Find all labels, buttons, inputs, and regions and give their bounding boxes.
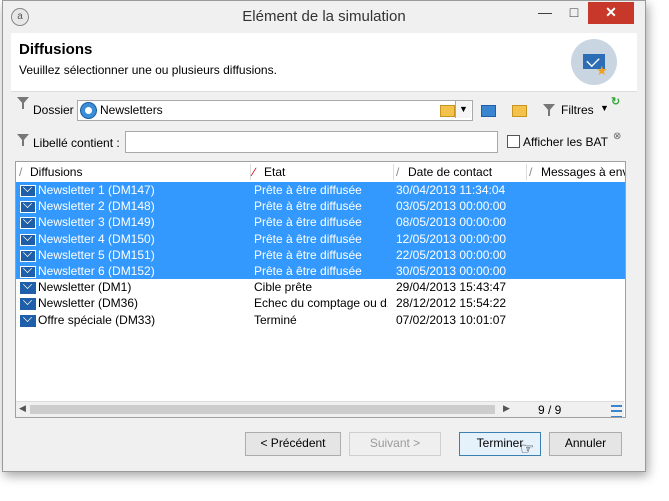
filters-icon[interactable] — [543, 104, 555, 116]
delivery-name-cell: Newsletter 6 (DM152) — [38, 263, 155, 278]
folder-field[interactable]: Newsletters — [77, 100, 473, 121]
delivery-name-cell: Offre spéciale (DM33) — [38, 312, 156, 327]
hand-cursor-icon: ☞ — [520, 441, 535, 458]
delivery-state-cell: Echec du comptage ou d. — [254, 296, 388, 311]
maximize-button[interactable]: □ — [559, 2, 589, 24]
folder-globe-icon — [80, 102, 97, 119]
contact-date-cell: 08/05/2013 00:00:00 — [396, 215, 507, 230]
delivery-name-cell: Newsletter 5 (DM151) — [38, 247, 155, 262]
row-count-text: 9 / 9 — [538, 403, 562, 417]
delivery-state-cell: Prête à être diffusée — [254, 263, 362, 278]
delivery-state-cell: Prête à être diffusée — [254, 183, 362, 197]
delivery-state-cell: Prête à être diffusée — [254, 231, 362, 246]
table-row[interactable]: Newsletter 3 (DM149) Prête à être diffusé… — [16, 214, 625, 231]
show-bat-label: Afficher les BAT — [523, 135, 608, 149]
delivery-name-cell: Newsletter (DM1) — [38, 280, 132, 295]
grid-rows: Newsletter 1 (DM147) Prête à être diffusé… — [16, 182, 625, 328]
table-row[interactable]: Offre spéciale (DM33) Terminé 07/02/2013 1… — [16, 312, 625, 328]
scroll-left-icon[interactable]: ◀ — [19, 403, 26, 414]
clear-filter-icon[interactable]: ⊗ — [613, 131, 621, 142]
contact-date-cell: 12/05/2013 00:00:00 — [396, 231, 507, 246]
close-button[interactable]: ✕ — [588, 2, 634, 24]
show-bat-checkbox[interactable] — [507, 135, 520, 148]
table-row[interactable]: Newsletter 4 (DM150) Prête à être diffusé… — [16, 230, 625, 247]
label-contains-label: Libellé contient : — [33, 136, 120, 150]
delivery-name-cell: Newsletter 2 (DM148) — [38, 199, 155, 214]
row-count: 9 / 9 — [516, 401, 624, 417]
dialog-header: Diffusions Veuillez sélectionner une ou … — [11, 33, 637, 92]
email-delivery-icon — [20, 249, 36, 262]
page-subtitle: Veuillez sélectionner une ou plusieurs d… — [19, 63, 277, 77]
email-delivery-icon — [20, 217, 36, 230]
browse-folder-icon[interactable] — [440, 105, 455, 117]
delivery-name-cell: Newsletter 3 (DM149) — [38, 215, 155, 230]
previous-button[interactable]: < Précédent — [245, 432, 341, 456]
filters-chevron-down-icon[interactable]: ▼ — [600, 103, 609, 113]
minimize-button[interactable]: — — [530, 2, 560, 24]
table-row[interactable]: Newsletter 2 (DM148) Prête à être diffusé… — [16, 198, 625, 215]
scroll-right-icon[interactable]: ▶ — [503, 403, 510, 414]
label-filter-icon — [17, 134, 29, 146]
column-header-contact-date[interactable]: Date de contact — [408, 165, 492, 179]
label-contains-input[interactable] — [125, 131, 498, 153]
folder-label: Dossier : — [33, 103, 81, 117]
horizontal-scrollbar[interactable]: ◀ ▶ — [16, 401, 516, 417]
contact-date-cell: 22/05/2013 00:00:00 — [396, 247, 507, 262]
open-folder-icon[interactable] — [511, 101, 527, 117]
column-header-state[interactable]: Etat — [264, 165, 285, 179]
delivery-state-cell: Prête à être diffusée — [254, 247, 362, 262]
contact-date-cell: 30/05/2013 00:00:00 — [396, 263, 507, 278]
grid-header: / Diffusions ∕ Etat / Date de contact / … — [16, 162, 625, 183]
contact-date-cell: 28/12/2012 15:54:22 — [396, 296, 507, 311]
parent-folder-icon[interactable] — [480, 101, 496, 117]
contact-date-cell: 07/02/2013 10:01:07 — [396, 312, 507, 327]
contact-date-cell: 29/04/2013 15:43:47 — [396, 280, 507, 295]
email-delivery-icon — [20, 185, 36, 197]
page-title: Diffusions — [19, 41, 93, 58]
refresh-icon[interactable]: ↻ — [611, 95, 620, 108]
contact-date-cell: 03/05/2013 00:00:00 — [396, 199, 507, 214]
email-delivery-icon — [20, 233, 36, 246]
filters-button[interactable]: Filtres — [561, 103, 594, 117]
delivery-state-cell: Terminé — [254, 312, 297, 327]
delivery-name-cell: Newsletter (DM36) — [38, 296, 139, 311]
email-delivery-icon — [20, 298, 36, 311]
folder-dropdown-button[interactable]: ▼ — [455, 101, 471, 118]
column-header-deliveries[interactable]: Diffusions — [30, 165, 82, 179]
table-row[interactable]: Newsletter (DM36) Echec du comptage ou d.… — [16, 295, 625, 311]
table-row[interactable]: Newsletter 5 (DM151) Prête à être diffusé… — [16, 246, 625, 263]
delivery-state-cell: Cible prête — [254, 280, 313, 295]
next-button[interactable]: Suivant > — [349, 432, 441, 456]
deliveries-grid[interactable]: / Diffusions ∕ Etat / Date de contact / … — [15, 161, 626, 418]
title-bar[interactable]: a Elément de la simulation — □ ✕ — [3, 1, 645, 33]
table-row[interactable]: Newsletter 1 (DM147) Prête à être diffusé… — [16, 182, 625, 199]
delivery-state-cell: Prête à être diffusée — [254, 215, 362, 230]
cancel-button[interactable]: Annuler — [549, 432, 622, 456]
delivery-state-cell: Prête à être diffusée — [254, 199, 362, 214]
folder-value: Newsletters — [100, 103, 163, 117]
email-delivery-icon — [20, 314, 36, 327]
delivery-envelope-icon: ★ — [571, 39, 617, 85]
email-delivery-icon — [20, 265, 36, 278]
delivery-name-cell: Newsletter 1 (DM147) — [38, 183, 155, 197]
list-menu-icon[interactable] — [611, 405, 622, 417]
table-row[interactable]: Newsletter 6 (DM152) Prête à être diffusé… — [16, 262, 625, 280]
scrollbar-thumb[interactable] — [30, 405, 495, 414]
delivery-name-cell: Newsletter 4 (DM150) — [38, 231, 155, 246]
column-header-messages[interactable]: Messages à env — [541, 165, 625, 179]
email-delivery-icon — [20, 282, 36, 295]
contact-date-cell: 30/04/2013 11:34:04 — [396, 183, 506, 197]
email-delivery-icon — [20, 201, 36, 214]
table-row[interactable]: Newsletter (DM1) Cible prête 29/04/2013 15… — [16, 279, 625, 295]
filter-icon — [17, 97, 29, 109]
